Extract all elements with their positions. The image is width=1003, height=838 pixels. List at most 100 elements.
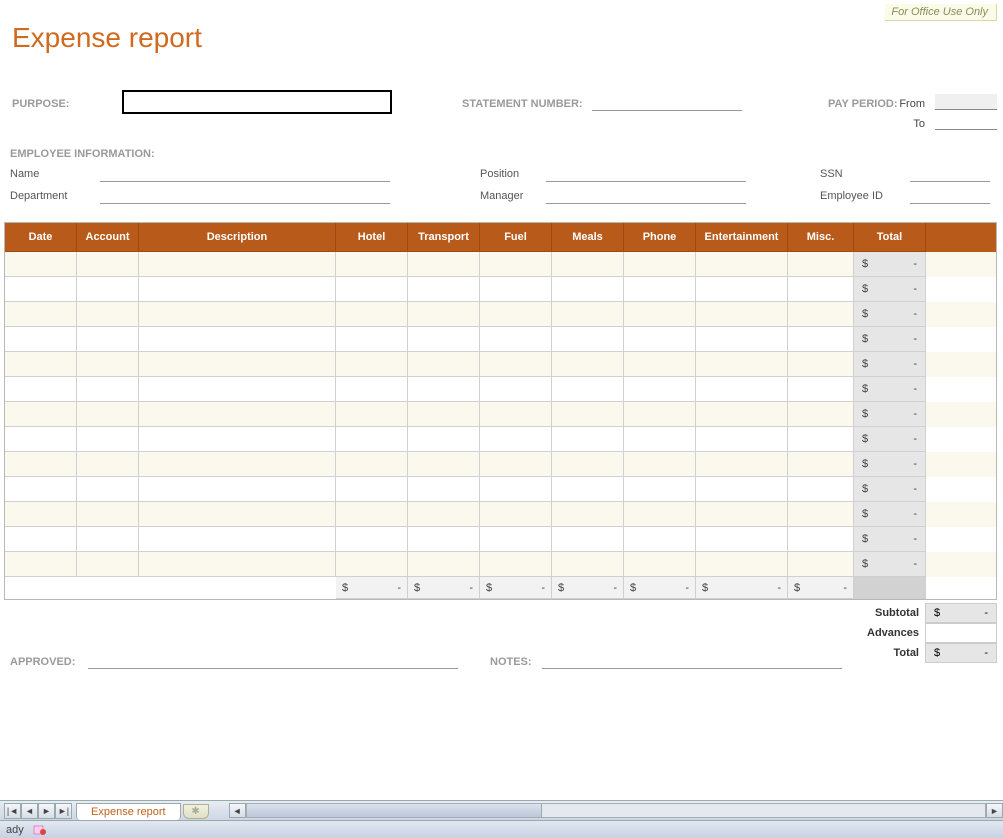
cell-phone[interactable] xyxy=(624,252,696,277)
hscroll-thumb[interactable] xyxy=(247,804,542,817)
cell-meals[interactable] xyxy=(552,477,624,502)
cell-misc[interactable] xyxy=(788,352,854,377)
cell-fuel[interactable] xyxy=(480,277,552,302)
new-sheet-icon[interactable]: ✱ xyxy=(183,804,209,819)
cell-misc[interactable] xyxy=(788,277,854,302)
nav-last-icon[interactable]: ►| xyxy=(55,803,72,819)
cell-fuel[interactable] xyxy=(480,452,552,477)
cell-misc[interactable] xyxy=(788,427,854,452)
cell-fuel[interactable] xyxy=(480,477,552,502)
cell-account[interactable] xyxy=(77,352,139,377)
cell-hotel[interactable] xyxy=(336,377,408,402)
approved-input[interactable] xyxy=(88,668,458,669)
cell-transport[interactable] xyxy=(408,302,480,327)
cell-date[interactable] xyxy=(5,527,77,552)
cell-fuel[interactable] xyxy=(480,252,552,277)
cell-date[interactable] xyxy=(5,252,77,277)
cell-phone[interactable] xyxy=(624,552,696,577)
cell-meals[interactable] xyxy=(552,377,624,402)
sheet-tab-expense-report[interactable]: Expense report xyxy=(76,803,181,820)
cell-phone[interactable] xyxy=(624,377,696,402)
cell-fuel[interactable] xyxy=(480,502,552,527)
cell-fuel[interactable] xyxy=(480,427,552,452)
cell-date[interactable] xyxy=(5,402,77,427)
cell-meals[interactable] xyxy=(552,277,624,302)
cell-misc[interactable] xyxy=(788,502,854,527)
cell-misc[interactable] xyxy=(788,477,854,502)
cell-meals[interactable] xyxy=(552,452,624,477)
cell-hotel[interactable] xyxy=(336,402,408,427)
cell-phone[interactable] xyxy=(624,527,696,552)
cell-fuel[interactable] xyxy=(480,327,552,352)
cell-description[interactable] xyxy=(139,252,336,277)
cell-entertainment[interactable] xyxy=(696,452,788,477)
cell-date[interactable] xyxy=(5,302,77,327)
cell-misc[interactable] xyxy=(788,552,854,577)
cell-account[interactable] xyxy=(77,402,139,427)
cell-fuel[interactable] xyxy=(480,377,552,402)
cell-entertainment[interactable] xyxy=(696,352,788,377)
nav-first-icon[interactable]: |◄ xyxy=(4,803,21,819)
cell-transport[interactable] xyxy=(408,252,480,277)
cell-meals[interactable] xyxy=(552,552,624,577)
cell-entertainment[interactable] xyxy=(696,327,788,352)
cell-entertainment[interactable] xyxy=(696,302,788,327)
cell-entertainment[interactable] xyxy=(696,427,788,452)
cell-misc[interactable] xyxy=(788,527,854,552)
cell-misc[interactable] xyxy=(788,452,854,477)
cell-transport[interactable] xyxy=(408,377,480,402)
cell-description[interactable] xyxy=(139,452,336,477)
cell-hotel[interactable] xyxy=(336,352,408,377)
cell-misc[interactable] xyxy=(788,327,854,352)
cell-hotel[interactable] xyxy=(336,427,408,452)
cell-fuel[interactable] xyxy=(480,527,552,552)
cell-account[interactable] xyxy=(77,427,139,452)
cell-hotel[interactable] xyxy=(336,527,408,552)
cell-hotel[interactable] xyxy=(336,302,408,327)
cell-misc[interactable] xyxy=(788,252,854,277)
cell-phone[interactable] xyxy=(624,302,696,327)
notes-input[interactable] xyxy=(542,668,842,669)
cell-account[interactable] xyxy=(77,302,139,327)
cell-description[interactable] xyxy=(139,402,336,427)
cell-account[interactable] xyxy=(77,377,139,402)
purpose-input[interactable] xyxy=(122,90,392,114)
cell-date[interactable] xyxy=(5,277,77,302)
cell-phone[interactable] xyxy=(624,327,696,352)
nav-next-icon[interactable]: ► xyxy=(38,803,55,819)
cell-fuel[interactable] xyxy=(480,402,552,427)
to-input[interactable] xyxy=(935,114,997,130)
name-input[interactable] xyxy=(100,168,390,182)
cell-misc[interactable] xyxy=(788,377,854,402)
hscroll-track[interactable] xyxy=(246,803,986,818)
cell-transport[interactable] xyxy=(408,527,480,552)
cell-transport[interactable] xyxy=(408,352,480,377)
cell-hotel[interactable] xyxy=(336,277,408,302)
cell-misc[interactable] xyxy=(788,302,854,327)
cell-entertainment[interactable] xyxy=(696,377,788,402)
ssn-input[interactable] xyxy=(910,168,990,182)
cell-date[interactable] xyxy=(5,377,77,402)
cell-meals[interactable] xyxy=(552,427,624,452)
nav-prev-icon[interactable]: ◄ xyxy=(21,803,38,819)
cell-transport[interactable] xyxy=(408,552,480,577)
cell-hotel[interactable] xyxy=(336,327,408,352)
cell-misc[interactable] xyxy=(788,402,854,427)
cell-hotel[interactable] xyxy=(336,452,408,477)
cell-phone[interactable] xyxy=(624,402,696,427)
cell-entertainment[interactable] xyxy=(696,527,788,552)
cell-account[interactable] xyxy=(77,527,139,552)
cell-meals[interactable] xyxy=(552,252,624,277)
cell-account[interactable] xyxy=(77,452,139,477)
cell-entertainment[interactable] xyxy=(696,252,788,277)
cell-transport[interactable] xyxy=(408,477,480,502)
from-input[interactable] xyxy=(935,94,997,110)
cell-description[interactable] xyxy=(139,527,336,552)
cell-description[interactable] xyxy=(139,352,336,377)
cell-entertainment[interactable] xyxy=(696,402,788,427)
cell-entertainment[interactable] xyxy=(696,502,788,527)
hscroll-right-icon[interactable]: ► xyxy=(986,803,1003,818)
employee-id-input[interactable] xyxy=(910,190,990,204)
cell-meals[interactable] xyxy=(552,502,624,527)
cell-phone[interactable] xyxy=(624,427,696,452)
